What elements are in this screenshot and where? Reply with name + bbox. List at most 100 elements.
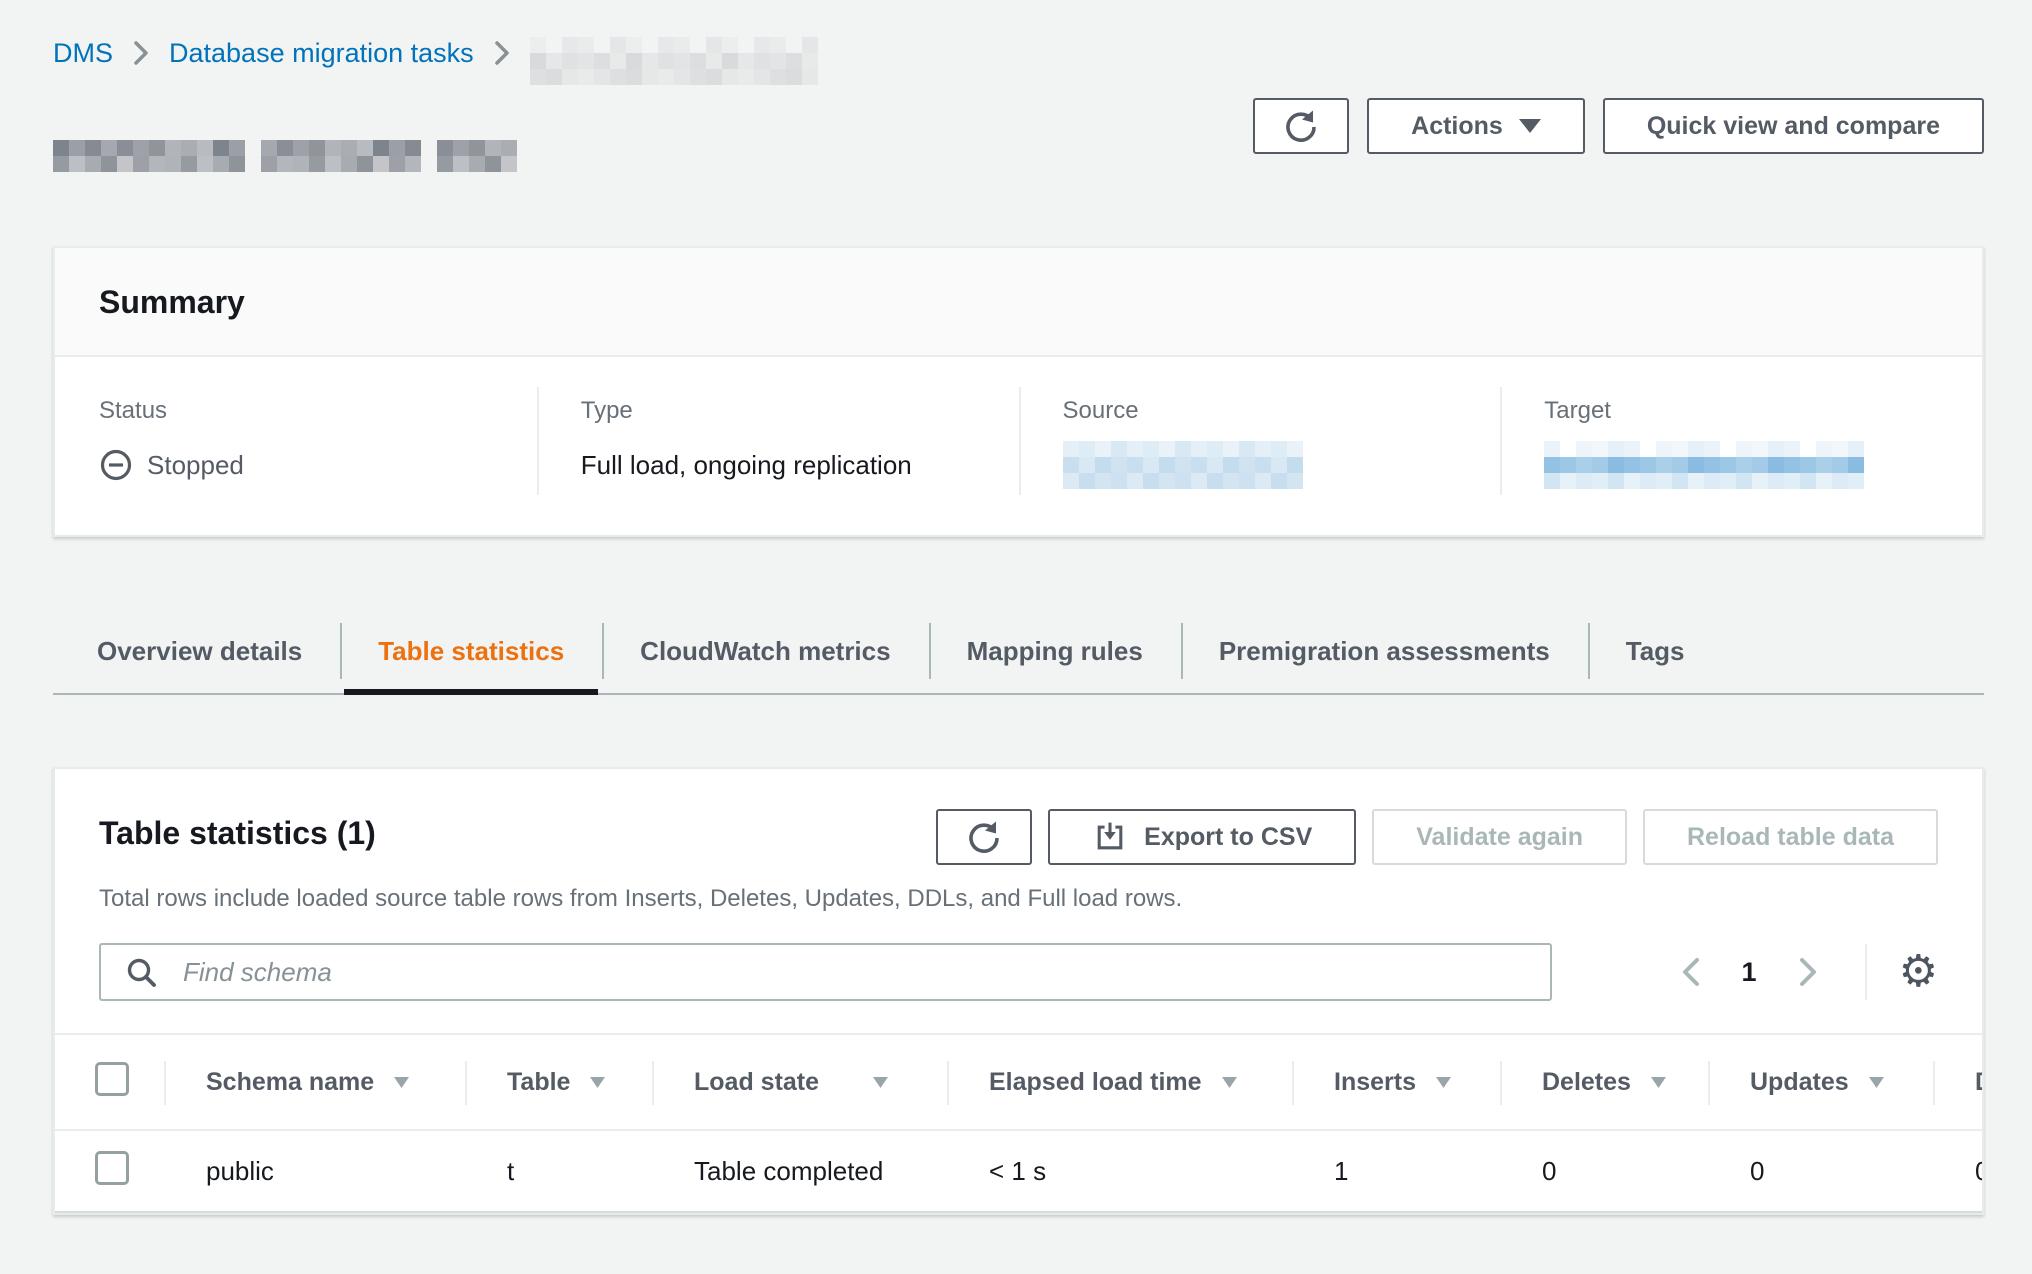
column-label: Deletes	[1542, 1068, 1631, 1097]
column-label: Load state	[694, 1068, 819, 1097]
chevron-right-icon	[133, 40, 149, 66]
summary-body: Status Stopped Type Full load, ongoing r…	[55, 357, 1982, 535]
sort-icon	[588, 1075, 607, 1090]
type-label: Type	[581, 397, 975, 425]
validate-again-button[interactable]: Validate again	[1372, 809, 1627, 865]
cell-deletes: 0	[1500, 1130, 1708, 1212]
page-header: Actions Quick view and compare	[53, 98, 1984, 172]
refresh-button[interactable]	[1253, 98, 1349, 154]
cell-load-state: Table completed	[652, 1130, 947, 1212]
tab-premigration-assessments[interactable]: Premigration assessments	[1181, 609, 1588, 693]
quick-view-compare-button[interactable]: Quick view and compare	[1603, 98, 1984, 154]
sort-icon	[392, 1075, 411, 1090]
column-header-load-state[interactable]: Load state	[652, 1034, 947, 1130]
summary-field-status: Status Stopped	[55, 397, 537, 489]
column-label: Elapsed load time	[989, 1068, 1202, 1097]
reload-table-data-label: Reload table data	[1687, 823, 1894, 852]
table-refresh-button[interactable]	[936, 809, 1032, 865]
cell-elapsed-load-time: < 1 s	[947, 1130, 1292, 1212]
actions-dropdown-button[interactable]: Actions	[1367, 98, 1585, 154]
row-select-cell	[55, 1130, 164, 1212]
find-schema-input[interactable]	[99, 943, 1552, 1001]
column-label: Inserts	[1334, 1068, 1416, 1097]
summary-field-target: Target	[1500, 397, 1982, 489]
cell-schema-name: public	[164, 1130, 465, 1212]
target-label: Target	[1544, 397, 1938, 425]
tab-table-statistics[interactable]: Table statistics	[340, 609, 602, 693]
download-icon	[1092, 819, 1128, 855]
sort-icon	[1867, 1075, 1886, 1090]
summary-panel-header: Summary	[55, 248, 1982, 357]
table-header-row: Schema name Table Load state Elapsed loa…	[55, 1034, 1984, 1130]
breadcrumb-link-dms[interactable]: DMS	[53, 38, 113, 69]
target-value-redacted-link[interactable]	[1544, 441, 1938, 489]
actions-label: Actions	[1411, 112, 1503, 141]
chevron-right-icon	[494, 40, 510, 66]
column-header-updates[interactable]: Updates	[1708, 1034, 1933, 1130]
task-detail-tabs: Overview details Table statistics CloudW…	[53, 609, 1984, 695]
divider	[1865, 944, 1867, 1000]
pagination-next-button[interactable]	[1775, 956, 1841, 988]
refresh-icon	[1281, 106, 1321, 146]
status-value: Stopped	[99, 441, 493, 489]
summary-panel: Summary Status Stopped Type Full load, o…	[53, 246, 1984, 537]
row-checkbox[interactable]	[95, 1151, 129, 1185]
breadcrumb-current-redacted	[530, 37, 818, 85]
tab-mapping-rules[interactable]: Mapping rules	[929, 609, 1181, 693]
column-label: Schema name	[206, 1068, 374, 1097]
status-text: Stopped	[147, 450, 244, 481]
quick-view-label: Quick view and compare	[1647, 112, 1940, 141]
column-header-elapsed-load-time[interactable]: Elapsed load time	[947, 1034, 1292, 1130]
header-actions: Actions Quick view and compare	[1253, 98, 1984, 154]
select-all-checkbox[interactable]	[95, 1062, 129, 1096]
table-preferences-button[interactable]: ⚙	[1875, 950, 1938, 994]
reload-table-data-button[interactable]: Reload table data	[1643, 809, 1938, 865]
table-filter-row: 1 ⚙	[55, 913, 1982, 1033]
select-all-header-cell	[55, 1034, 164, 1130]
table-row: public t Table completed < 1 s 1 0 0 0	[55, 1130, 1984, 1212]
pagination-prev-button[interactable]	[1658, 956, 1724, 988]
table-statistics-panel: Table statistics (1) Export to CSV Valid…	[53, 767, 1984, 1215]
cell-table: t	[465, 1130, 652, 1212]
column-label: Table	[507, 1068, 570, 1097]
status-label: Status	[99, 397, 493, 425]
column-header-inserts[interactable]: Inserts	[1292, 1034, 1500, 1130]
search-icon	[125, 956, 159, 990]
tab-cloudwatch-metrics[interactable]: CloudWatch metrics	[602, 609, 928, 693]
tab-overview-details[interactable]: Overview details	[53, 609, 340, 693]
column-label: Updates	[1750, 1068, 1849, 1097]
settings-gear-icon: ⚙	[1899, 950, 1938, 994]
column-header-table[interactable]: Table	[465, 1034, 652, 1130]
type-value: Full load, ongoing replication	[581, 441, 975, 489]
export-csv-label: Export to CSV	[1144, 823, 1312, 852]
breadcrumb: DMS Database migration tasks	[53, 28, 2032, 78]
chevron-right-icon	[1797, 956, 1819, 988]
table-statistics-header: Table statistics (1) Export to CSV Valid…	[55, 769, 1982, 865]
column-header-schema-name[interactable]: Schema name	[164, 1034, 465, 1130]
validate-again-label: Validate again	[1416, 823, 1583, 852]
breadcrumb-link-tasks[interactable]: Database migration tasks	[169, 38, 474, 69]
schema-search	[99, 943, 1552, 1001]
source-value-redacted-link[interactable]	[1063, 441, 1457, 489]
column-header-deletes[interactable]: Deletes	[1500, 1034, 1708, 1130]
chevron-left-icon	[1680, 956, 1702, 988]
pagination: 1 ⚙	[1658, 944, 1938, 1000]
summary-field-type: Type Full load, ongoing replication	[537, 397, 1019, 489]
table-statistics-title: Table statistics (1)	[99, 809, 376, 852]
tab-tags[interactable]: Tags	[1588, 609, 1723, 693]
table-statistics-table: Schema name Table Load state Elapsed loa…	[55, 1033, 1984, 1213]
column-header-ddls[interactable]: DDLs	[1933, 1034, 1984, 1130]
cell-inserts: 1	[1292, 1130, 1500, 1212]
sort-icon	[1649, 1075, 1668, 1090]
sort-icon	[1434, 1075, 1453, 1090]
source-redaction	[1063, 441, 1303, 489]
caret-down-icon	[1519, 119, 1541, 133]
sort-icon	[871, 1075, 890, 1090]
stopped-icon	[99, 448, 133, 482]
table-statistics-description: Total rows include loaded source table r…	[55, 865, 1982, 913]
source-label: Source	[1063, 397, 1457, 425]
pagination-current-page[interactable]: 1	[1724, 957, 1775, 988]
refresh-icon	[964, 817, 1004, 857]
export-csv-button[interactable]: Export to CSV	[1048, 809, 1356, 865]
page-title-redacted	[53, 124, 517, 172]
